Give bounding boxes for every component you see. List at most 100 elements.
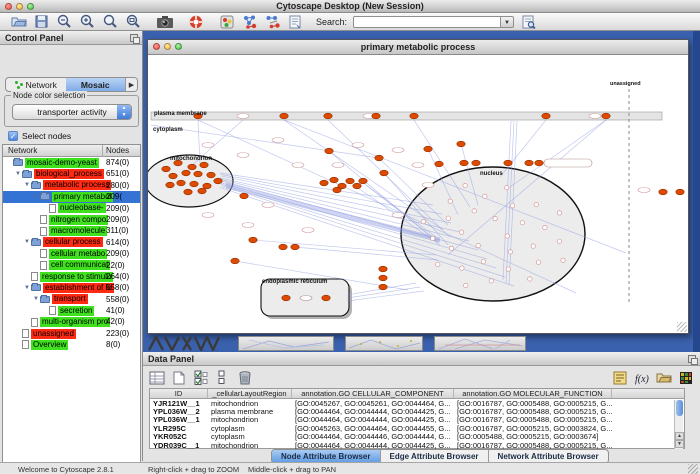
tree-row[interactable]: cellular metabo209(0) [3, 248, 140, 259]
window-resize-grip[interactable] [677, 322, 687, 332]
expand-arrow-icon[interactable]: ▼ [23, 182, 31, 188]
minimized-overview-thumbnail[interactable] [147, 336, 227, 351]
tree-row-label: nitrogen compo [49, 215, 108, 225]
network-overlay-icon[interactable] [241, 14, 258, 29]
expand-arrow-icon[interactable]: ▼ [23, 285, 31, 291]
tree-row[interactable]: cell communicat22(0) [3, 260, 140, 271]
select-nodes-checkbox[interactable]: ✓ [8, 131, 18, 141]
formula-icon[interactable]: f(x) [633, 370, 651, 386]
node-color-dropdown[interactable]: transporter activity ▲▼ [12, 104, 132, 120]
tree-row[interactable]: macromolecule311(0) [3, 225, 140, 236]
document-icon [49, 306, 56, 315]
tree-row[interactable]: ▼cellular process614(0) [3, 237, 140, 248]
table-column-header[interactable]: annotation.GO CELLULAR_COMPONENT [292, 389, 454, 398]
minimize-icon[interactable] [164, 43, 171, 50]
network-canvas[interactable]: plasma membrane cytoplasm mitochondrion … [148, 55, 688, 333]
attribute-table-header[interactable]: ID_cellularLayoutRegionannotation.GO CEL… [150, 389, 684, 399]
region-mitochondrion: mitochondrion [170, 156, 212, 162]
matrix-icon[interactable] [677, 370, 695, 386]
traffic-lights[interactable] [5, 3, 34, 10]
folder-icon [31, 284, 41, 291]
network-window-titlebar[interactable]: primary metabolic process [148, 40, 688, 55]
window-titlebar[interactable]: Cytoscape Desktop (New Session) [0, 0, 700, 13]
zoom-selected-icon[interactable] [102, 14, 119, 29]
close-icon[interactable] [5, 3, 12, 10]
tree-row[interactable]: ▼biological_process651(0) [3, 168, 140, 179]
tree-row[interactable]: unassigned223(0) [3, 328, 140, 339]
tree-row[interactable]: nitrogen compo209(0) [3, 214, 140, 225]
expand-arrow-icon[interactable]: ▼ [32, 194, 40, 200]
select-all-attributes-icon[interactable] [192, 370, 210, 386]
expand-arrow-icon[interactable]: ▼ [14, 171, 22, 177]
scroll-up-icon[interactable]: ▲ [675, 432, 684, 440]
tree-row-count: 874(0) [106, 158, 129, 167]
float-panel-icon[interactable] [130, 34, 138, 42]
attribute-table-icon[interactable] [148, 370, 166, 386]
minimized-window[interactable] [345, 336, 423, 351]
tree-row-label: metabolic process [43, 180, 111, 190]
search-input[interactable] [353, 16, 501, 28]
save-icon[interactable] [33, 14, 50, 29]
zoom-fit-icon[interactable] [125, 14, 142, 29]
minimize-icon[interactable] [16, 3, 23, 10]
tab-mosaic-label: Mosaic [81, 80, 110, 90]
unselect-all-attributes-icon[interactable] [214, 370, 232, 386]
app-resize-grip[interactable] [688, 464, 698, 474]
table-column-header[interactable]: ID [150, 389, 208, 398]
tree-row-count: 22(0) [106, 261, 125, 270]
annotation-icon[interactable] [287, 14, 304, 29]
region-endoplasmic-reticulum: endoplasmic reticulum [262, 279, 327, 285]
tabs-overflow-icon[interactable]: ▶ [125, 78, 137, 91]
expand-arrow-icon[interactable]: ▼ [32, 296, 40, 302]
tree-row[interactable]: mosaic-demo-yeast874(0) [3, 157, 140, 168]
close-icon[interactable] [153, 43, 160, 50]
network-tree-header[interactable]: Network Nodes [3, 145, 140, 157]
tree-row[interactable]: Overview8(0) [3, 339, 140, 350]
float-panel-icon[interactable] [688, 355, 696, 363]
tree-row[interactable]: response to stimulu264(0) [3, 271, 140, 282]
tree-col-nodes: Nodes [106, 146, 129, 155]
open-icon[interactable] [10, 14, 27, 29]
network-desktop: primary metabolic process plasma membran… [143, 31, 700, 352]
network-compare-icon[interactable] [264, 14, 281, 29]
network-window[interactable]: primary metabolic process plasma membran… [147, 39, 689, 334]
zoom-in-icon[interactable] [79, 14, 96, 29]
search-dropdown-icon[interactable]: ▼ [501, 16, 514, 28]
minimized-window[interactable] [238, 336, 334, 351]
tree-row-label: multi-organism pro [40, 317, 110, 327]
tree-row[interactable]: ▼transport558(0) [3, 294, 140, 305]
tree-row[interactable]: secretion41(0) [3, 305, 140, 316]
new-attribute-icon[interactable] [170, 370, 188, 386]
attribute-list-icon[interactable] [611, 370, 629, 386]
tab-mosaic[interactable]: Mosaic [66, 78, 126, 91]
help-icon[interactable] [187, 14, 204, 29]
import-attributes-icon[interactable] [655, 370, 673, 386]
tab-network[interactable]: Network [6, 78, 66, 91]
delete-attribute-icon[interactable] [236, 370, 254, 386]
data-panel: Data Panel f(x) ID_cellularLayoutRegiona… [143, 352, 700, 462]
minimized-window[interactable] [434, 336, 526, 351]
data-panel-header[interactable]: Data Panel [143, 352, 700, 366]
zoom-window-icon[interactable] [27, 3, 34, 10]
tree-row[interactable]: ▼metabolic process280(0) [3, 180, 140, 191]
tree-row[interactable]: multi-organism pro42(0) [3, 316, 140, 327]
tab-network-label: Network [26, 80, 57, 90]
scroll-down-icon[interactable]: ▼ [675, 440, 684, 448]
table-column-header[interactable]: _cellularLayoutRegion [208, 389, 292, 398]
control-panel-header[interactable]: Control Panel [0, 31, 142, 45]
table-column-header[interactable]: annotation.GO MOLECULAR_FUNCTION [454, 389, 612, 398]
region-cytoplasm: cytoplasm [153, 127, 183, 133]
expand-arrow-icon[interactable]: ▼ [23, 239, 31, 245]
tree-row-label: transport [52, 294, 88, 304]
select-nodes-label: Select nodes [22, 131, 71, 141]
zoom-window-icon[interactable] [175, 43, 182, 50]
snapshot-icon[interactable] [156, 14, 173, 29]
tree-row-count: 651(0) [106, 169, 129, 178]
tree-row[interactable]: ▼establishment of lo558(0) [3, 282, 140, 293]
zoom-out-icon[interactable] [56, 14, 73, 29]
advanced-search-icon[interactable] [520, 14, 537, 29]
tree-row[interactable]: nucleobase-209(0) [3, 203, 140, 214]
vizmapper-icon[interactable] [218, 14, 235, 29]
tree-row[interactable]: ▼primary metabol209( [3, 191, 140, 202]
scrollbar-thumb[interactable] [676, 400, 683, 416]
